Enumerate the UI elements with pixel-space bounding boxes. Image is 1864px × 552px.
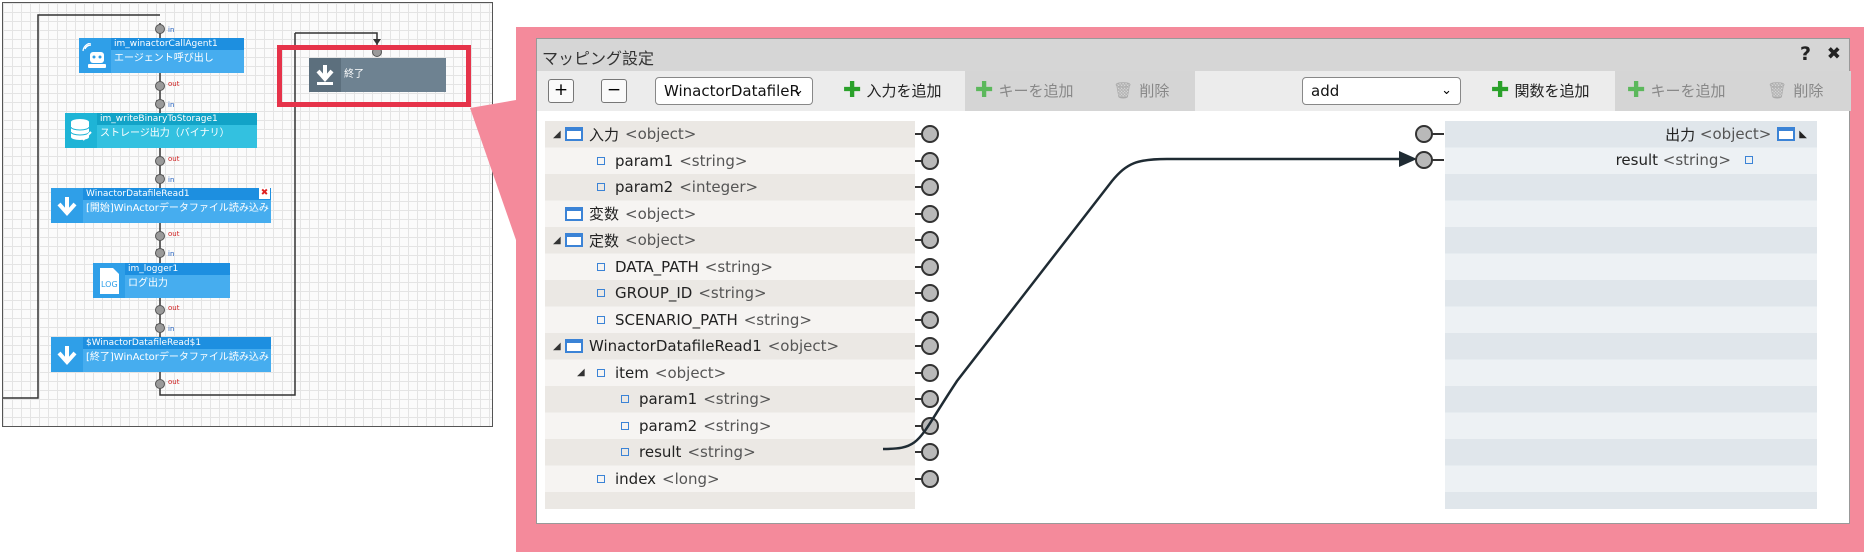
- dialog-titlebar: マッピング設定 ? ✖: [537, 39, 1849, 71]
- storage-database-icon: [65, 113, 97, 148]
- mapping-dialog: マッピング設定 ? ✖ + − WinactorDatafileR ⌄ ✚ 入力…: [536, 38, 1851, 524]
- select-value: WinactorDatafileR: [664, 82, 800, 100]
- green-plus-icon: ✚: [1491, 77, 1510, 103]
- dialog-title: マッピング設定: [542, 49, 655, 68]
- function-select[interactable]: add ⌄: [1302, 77, 1461, 105]
- expand-all-button[interactable]: +: [548, 79, 574, 103]
- mapping-connections: [882, 151, 1417, 451]
- node-id: im_winactorCallAgent1: [111, 38, 244, 50]
- port-label-out: out: [168, 80, 180, 88]
- port-label-in: in: [168, 101, 175, 109]
- help-icon[interactable]: ?: [1800, 43, 1811, 65]
- flow-port[interactable]: [155, 248, 165, 258]
- add-key-right-button[interactable]: ✚ キーを追加: [1627, 77, 1726, 103]
- flow-port[interactable]: [155, 99, 165, 109]
- flow-node-call-agent[interactable]: im_winactorCallAgent1 エージェント呼び出し: [79, 38, 244, 73]
- node-id: im_logger1: [125, 263, 230, 275]
- select-value: add: [1311, 82, 1340, 100]
- port-label-out: out: [168, 155, 180, 163]
- flow-port[interactable]: [155, 81, 165, 91]
- node-label: ログ出力: [125, 275, 230, 298]
- port-label-in: in: [168, 26, 175, 34]
- node-label: [開始]WinActorデータファイル読み込み: [83, 200, 271, 223]
- delete-right-label: 削除: [1793, 82, 1824, 100]
- output-connector-point[interactable]: [1415, 151, 1433, 169]
- trash-icon: 🗑: [1767, 81, 1788, 100]
- add-key-right-label: キーを追加: [1650, 82, 1726, 100]
- flow-node-write-binary[interactable]: im_writeBinaryToStorage1 ストレージ出力（バイナリ）: [65, 113, 257, 148]
- flow-node-datafile-read-start[interactable]: WinactorDatafileRead1 [開始]WinActorデータファイ…: [51, 188, 271, 223]
- delete-left-button[interactable]: 🗑 削除: [1113, 80, 1169, 101]
- chevron-down-icon: ⌄: [1441, 83, 1452, 98]
- close-icon[interactable]: ✖: [1827, 44, 1841, 64]
- port-label-out: out: [168, 230, 180, 238]
- collapse-all-button[interactable]: −: [601, 79, 627, 103]
- highlight-frame: [277, 45, 471, 107]
- robot-agent-icon: [79, 38, 111, 73]
- port-label-in: in: [168, 176, 175, 184]
- svg-text:LOG: LOG: [101, 280, 118, 289]
- down-arrow-icon: [51, 337, 83, 372]
- add-function-label: 関数を追加: [1514, 82, 1590, 100]
- left-key-group: ✚ キーを追加 🗑 削除: [965, 71, 1195, 111]
- delete-left-label: 削除: [1139, 82, 1170, 100]
- input-source-select[interactable]: WinactorDatafileR ⌄: [655, 77, 813, 105]
- dialog-toolbar: + − WinactorDatafileR ⌄ ✚ 入力を追加 ✚ キーを追加 …: [537, 71, 1851, 111]
- green-plus-icon: ✚: [1627, 77, 1646, 103]
- flow-port[interactable]: [155, 156, 165, 166]
- log-icon: LOG: [93, 263, 125, 298]
- flow-port[interactable]: [155, 323, 165, 333]
- flow-port[interactable]: [155, 24, 165, 34]
- node-label: [終了]WinActorデータファイル読み込み: [83, 349, 271, 372]
- delete-right-button[interactable]: 🗑 削除: [1767, 80, 1823, 101]
- down-arrow-icon: [51, 188, 83, 223]
- add-key-left-button[interactable]: ✚ キーを追加: [975, 77, 1074, 103]
- flow-node-logger[interactable]: LOG im_logger1 ログ出力: [93, 263, 230, 298]
- port-label-out: out: [168, 378, 180, 386]
- port-label-in: in: [168, 250, 175, 258]
- node-label: ストレージ出力（バイナリ）: [97, 125, 257, 148]
- minus-icon: −: [606, 80, 622, 100]
- green-plus-icon: ✚: [975, 77, 994, 103]
- port-label-in: in: [168, 325, 175, 333]
- trash-icon: 🗑: [1113, 81, 1134, 100]
- add-key-left-label: キーを追加: [998, 82, 1074, 100]
- node-id: WinactorDatafileRead1: [83, 188, 271, 200]
- right-key-group: ✚ キーを追加 🗑 削除: [1615, 71, 1851, 111]
- node-label: エージェント呼び出し: [111, 50, 244, 73]
- chevron-down-icon: ⌄: [793, 83, 804, 98]
- green-plus-icon: ✚: [843, 77, 862, 103]
- flow-port[interactable]: [155, 379, 165, 389]
- flow-node-datafile-read-end[interactable]: $WinactorDatafileRead$1 [終了]WinActorデータフ…: [51, 337, 271, 372]
- add-input-button[interactable]: ✚ 入力を追加: [843, 77, 942, 103]
- add-function-button[interactable]: ✚ 関数を追加: [1491, 77, 1590, 103]
- flow-port[interactable]: [155, 174, 165, 184]
- port-label-out: out: [168, 304, 180, 312]
- flow-port[interactable]: [155, 231, 165, 241]
- add-input-label: 入力を追加: [866, 82, 942, 100]
- plus-icon: +: [553, 80, 569, 100]
- flow-port[interactable]: [155, 305, 165, 315]
- output-connector-point[interactable]: [1415, 125, 1433, 143]
- node-id: $WinactorDatafileRead$1: [83, 337, 271, 349]
- node-delete-button[interactable]: ✖: [259, 188, 270, 199]
- mapping-area: ◢ 入力 <object> param1 <string> param2 <integer>…: [537, 111, 1849, 523]
- node-id: im_writeBinaryToStorage1: [97, 113, 257, 125]
